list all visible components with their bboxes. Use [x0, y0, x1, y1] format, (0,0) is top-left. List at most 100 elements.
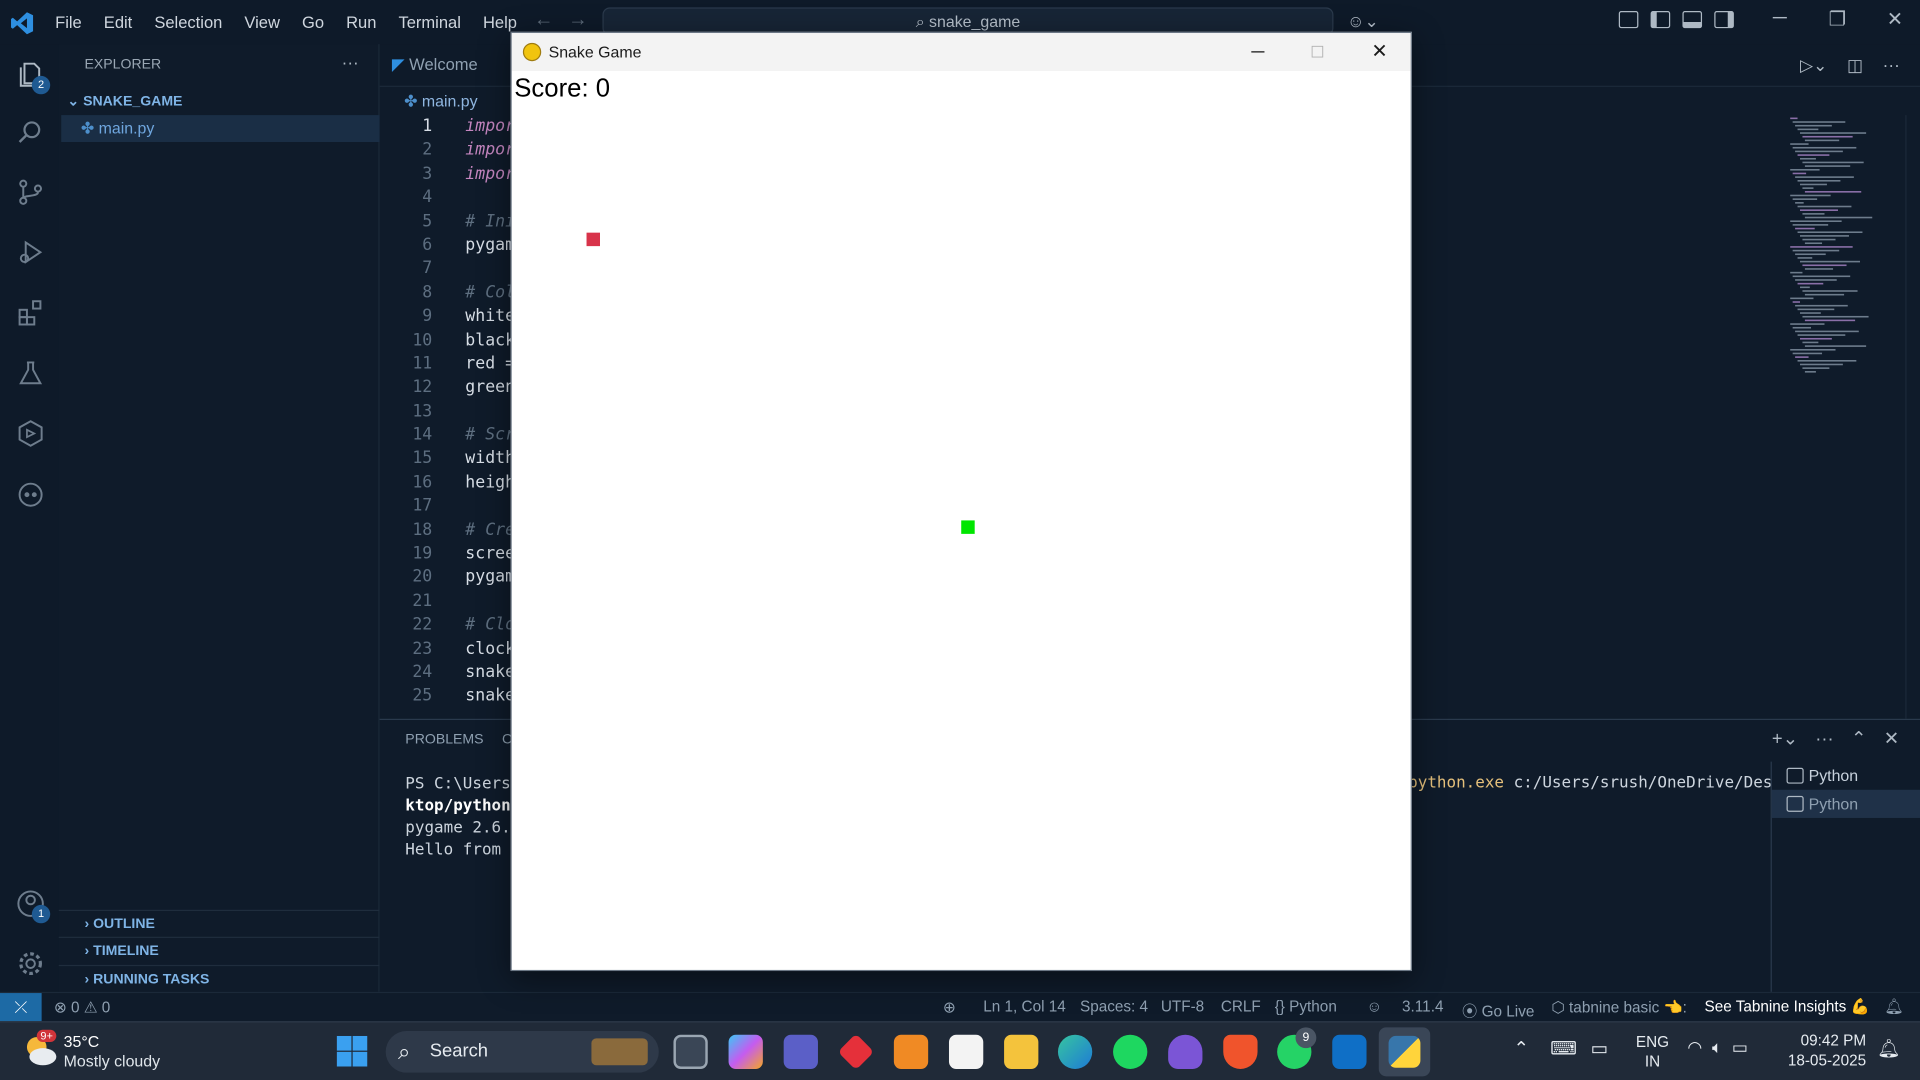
notifications-bell-icon[interactable]: 🔔︎: [1884, 998, 1903, 1016]
split-editor-icon[interactable]: ◫: [1847, 55, 1863, 75]
terminal-item[interactable]: Python: [1772, 762, 1920, 790]
spotify-icon[interactable]: [1113, 1034, 1148, 1069]
weather-widget[interactable]: 9+: [22, 1029, 59, 1069]
notification-center-icon[interactable]: 🔔︎: [1877, 1037, 1900, 1059]
customize-layout-icon[interactable]: [1618, 11, 1639, 29]
menu-view[interactable]: View: [233, 13, 291, 31]
run-icon[interactable]: ▷⌄: [1800, 55, 1828, 75]
python-version[interactable]: 3.11.4: [1402, 998, 1443, 1015]
menu-run[interactable]: Run: [335, 13, 387, 31]
terminal-item[interactable]: Python: [1771, 789, 1920, 818]
section-running-tasks[interactable]: › RUNNING TASKS: [58, 964, 380, 992]
file-main-py[interactable]: ✤ main.py: [61, 115, 380, 143]
run-debug-icon[interactable]: [15, 236, 47, 268]
taskbar-search[interactable]: ⌕ Search: [385, 1031, 659, 1073]
snake-minimize-icon[interactable]: ─: [1251, 33, 1264, 71]
zoom-icon[interactable]: ⊕: [943, 998, 956, 1016]
whatsapp-icon[interactable]: 9: [1277, 1027, 1317, 1069]
minimap-line: [1790, 246, 1853, 248]
cursor-position[interactable]: Ln 1, Col 14: [983, 998, 1066, 1015]
keyboard-icon[interactable]: ⌨: [1550, 1037, 1577, 1059]
edge-browser-icon[interactable]: [1057, 1034, 1093, 1069]
forward-arrow-icon[interactable]: →: [568, 10, 602, 31]
section-timeline[interactable]: › TIMELINE: [58, 936, 380, 964]
problems-status[interactable]: ⊗ 0 ⚠ 0: [54, 998, 110, 1016]
language-indicator[interactable]: ENG IN: [1636, 1032, 1669, 1071]
terminal-output[interactable]: PS C:\Users\ ktop/python/ pygame 2.6.1 H…: [405, 774, 520, 862]
brave-browser-icon[interactable]: [1223, 1034, 1258, 1069]
code-editor[interactable]: impor impor impor # Ini pygam # Col white black…: [465, 115, 515, 709]
microsoft-store-icon[interactable]: [948, 1034, 984, 1069]
menu-help[interactable]: Help: [472, 13, 528, 31]
more-actions-icon[interactable]: ···: [342, 53, 359, 73]
accounts-icon[interactable]: 1: [15, 888, 51, 924]
new-terminal-icon[interactable]: +⌄: [1772, 729, 1798, 750]
python-app-active[interactable]: [1378, 1027, 1431, 1077]
maximize-panel-icon[interactable]: ⌃: [1851, 729, 1866, 750]
language-mode[interactable]: {} Python: [1275, 998, 1337, 1015]
teams-icon[interactable]: [783, 1034, 818, 1069]
copilot-icon[interactable]: ☺⌄: [1347, 11, 1379, 32]
file-explorer-icon[interactable]: [1004, 1034, 1039, 1069]
toggle-sidebar-icon[interactable]: [1650, 11, 1671, 29]
testing-icon[interactable]: [15, 358, 47, 390]
more-icon[interactable]: ···: [1883, 55, 1900, 75]
copilot-chat-icon[interactable]: [15, 478, 47, 510]
tabnine-status[interactable]: ⬡ tabnine basic 👈:: [1551, 998, 1686, 1018]
minimap[interactable]: [1783, 115, 1905, 384]
vscode-tab-icon: ◤: [391, 55, 410, 74]
close-icon[interactable]: ✕: [1866, 7, 1920, 31]
breadcrumb[interactable]: ✤ main.py: [404, 92, 478, 112]
menu-terminal[interactable]: Terminal: [387, 13, 472, 31]
copilot-app-icon[interactable]: [728, 1034, 763, 1069]
lang-top: ENG: [1635, 1033, 1670, 1051]
go-live[interactable]: ⦿ Go Live: [1462, 998, 1534, 1021]
snake-game-window[interactable]: Snake Game ─ ☐ ✕ Score: 0: [510, 31, 1412, 972]
menu-file[interactable]: File: [44, 13, 93, 31]
indentation[interactable]: Spaces: 4: [1080, 998, 1148, 1015]
app-crystal-icon[interactable]: [1168, 1034, 1203, 1069]
game-canvas[interactable]: Score: 0: [511, 71, 1411, 970]
remote-explorer-icon[interactable]: [15, 418, 47, 450]
clock[interactable]: 09:42 PM 18-05-2025: [1785, 1031, 1866, 1070]
git-app-icon[interactable]: [837, 1033, 875, 1071]
status-bar: ⤫ ⊗ 0 ⚠ 0 ⊕ Ln 1, Col 14 Spaces: 4 UTF-8…: [0, 991, 1920, 1022]
vscode-taskbar-icon[interactable]: [1332, 1034, 1367, 1069]
tabnine-insights[interactable]: See Tabnine Insights 💪: [1704, 998, 1869, 1016]
show-hidden-icons[interactable]: ⌃: [1513, 1037, 1528, 1059]
copilot-status-icon[interactable]: ☺: [1367, 998, 1383, 1015]
search-icon[interactable]: [15, 116, 47, 148]
snake-window-titlebar[interactable]: Snake Game ─ ☐ ✕: [511, 33, 1411, 72]
task-view-icon[interactable]: [673, 1034, 708, 1069]
folder-header[interactable]: ⌄ SNAKE_GAME: [59, 88, 380, 115]
editor-scrollbar[interactable]: [1905, 115, 1920, 719]
line-ending[interactable]: CRLF: [1221, 998, 1261, 1015]
explorer-icon[interactable]: 2: [15, 59, 51, 95]
menu-selection[interactable]: Selection: [143, 13, 233, 31]
touchpad-icon[interactable]: ▭: [1591, 1037, 1608, 1059]
back-arrow-icon[interactable]: ←: [534, 10, 568, 31]
remote-indicator-icon[interactable]: ⤫: [0, 993, 42, 1022]
windows-start-icon[interactable]: [336, 1035, 368, 1067]
minimize-icon[interactable]: ─: [1751, 7, 1809, 31]
toggle-panel-icon[interactable]: [1682, 11, 1703, 29]
section-outline[interactable]: › OUTLINE: [58, 909, 380, 937]
tab-problems[interactable]: PROBLEMS: [405, 732, 483, 747]
menu-edit[interactable]: Edit: [93, 13, 144, 31]
more-icon[interactable]: ···: [1815, 729, 1833, 750]
snake-maximize-icon[interactable]: ☐: [1310, 33, 1324, 71]
sublime-text-icon[interactable]: [893, 1034, 929, 1069]
line-number: 14: [412, 424, 433, 445]
settings-gear-icon[interactable]: [15, 948, 47, 980]
encoding[interactable]: UTF-8: [1161, 998, 1204, 1015]
snake-close-icon[interactable]: ✕: [1371, 33, 1387, 71]
system-tray[interactable]: ◠ 🔈︎ ▭: [1687, 1037, 1748, 1058]
source-control-icon[interactable]: [15, 176, 47, 208]
menu-go[interactable]: Go: [291, 13, 335, 31]
close-panel-icon[interactable]: ✕: [1884, 729, 1899, 750]
tab-welcome[interactable]: ◤ Welcome: [392, 55, 478, 75]
toggle-secondary-sidebar-icon[interactable]: [1714, 11, 1734, 29]
restore-icon[interactable]: ❐: [1809, 7, 1867, 31]
extensions-icon[interactable]: [15, 296, 47, 328]
minimap-line: [1790, 323, 1825, 325]
